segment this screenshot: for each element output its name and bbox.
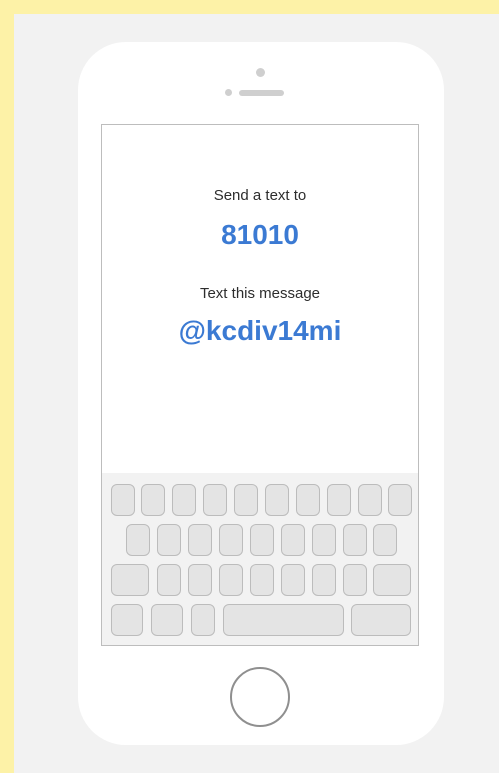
keyboard-key <box>188 524 212 556</box>
keyboard-key <box>111 484 135 516</box>
return-key <box>351 604 411 636</box>
shift-key <box>111 564 149 596</box>
front-sensor-icon <box>256 68 265 77</box>
space-bar <box>223 604 344 636</box>
keyboard-key <box>343 564 367 596</box>
phone-screen: Send a text to 81010 Text this message @… <box>101 124 419 646</box>
keyboard-key <box>188 564 212 596</box>
page-border-left <box>0 0 14 773</box>
message-code: @kcdiv14mi <box>178 315 342 346</box>
keyboard-key <box>281 564 305 596</box>
speaker-bar-icon <box>239 90 284 96</box>
keyboard-key <box>126 524 150 556</box>
page-border-top <box>0 0 499 14</box>
home-button-icon <box>230 667 290 727</box>
mic-key <box>191 604 215 636</box>
numbers-key <box>111 604 143 636</box>
keyboard-key <box>234 484 258 516</box>
keyboard-key <box>296 484 320 516</box>
keyboard-key <box>172 484 196 516</box>
keyboard-key <box>343 524 367 556</box>
keyboard-key <box>203 484 227 516</box>
backspace-key <box>373 564 411 596</box>
keyboard-key <box>358 484 382 516</box>
keyboard-key <box>219 524 243 556</box>
keyboard-key <box>250 564 274 596</box>
camera-dot-icon <box>225 89 232 96</box>
short-code-number: 81010 <box>221 219 299 250</box>
keyboard-key <box>265 484 289 516</box>
keyboard-key <box>141 484 165 516</box>
message-label: Text this message <box>199 285 321 302</box>
keyboard-key <box>312 564 336 596</box>
keyboard-key <box>157 524 181 556</box>
keyboard-key <box>219 564 243 596</box>
send-text-label: Send a text to <box>213 187 307 204</box>
emoji-key <box>151 604 183 636</box>
keyboard-key <box>373 524 397 556</box>
keyboard-key <box>327 484 351 516</box>
keyboard-key <box>388 484 412 516</box>
keyboard-key <box>157 564 181 596</box>
keyboard-key <box>312 524 336 556</box>
keyboard-key <box>250 524 274 556</box>
keyboard-illustration <box>102 473 418 645</box>
keyboard-key <box>281 524 305 556</box>
